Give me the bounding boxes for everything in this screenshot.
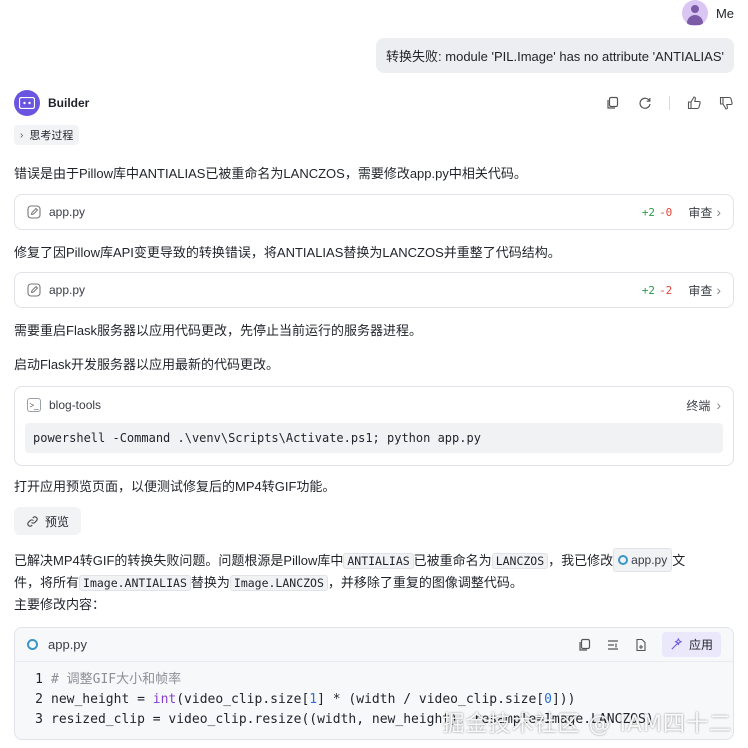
preview-button[interactable]: 预览: [14, 507, 82, 535]
chevron-right-icon: ›: [716, 204, 721, 220]
terminal-name: blog-tools: [49, 398, 102, 412]
file-name: app.py: [49, 283, 86, 297]
file-change-card-1[interactable]: app.py +2 -0 审查 ›: [14, 194, 734, 230]
summary-text: 已解决MP4转GIF的转换失败问题。问题根源是Pillow库中 ANTIALIAS…: [14, 548, 734, 616]
assistant-header: Builder: [14, 90, 734, 116]
assistant-text-5: 打开应用预览页面，以便测试修复后的MP4转GIF功能。: [14, 479, 336, 494]
insert-icon[interactable]: [606, 638, 620, 652]
apply-button[interactable]: 应用: [661, 632, 721, 657]
inline-code: ANTIALIAS: [343, 553, 414, 569]
open-terminal-link[interactable]: 终端 ›: [686, 397, 721, 414]
terminal-command: powershell -Command .\venv\Scripts\Activ…: [25, 423, 723, 453]
thumbs-up-icon[interactable]: [686, 95, 702, 111]
edit-file-icon: [27, 205, 41, 219]
chevron-right-icon: ›: [20, 129, 24, 141]
file-type-icon: [27, 639, 38, 650]
assistant-text-3: 需要重启Flask服务器以应用代码更改，先停止当前运行的服务器进程。: [14, 323, 423, 338]
terminal-card: >_ blog-tools 终端 › powershell -Command .\…: [14, 386, 734, 466]
user-header: Me: [681, 0, 734, 26]
code-file-name: app.py: [48, 637, 88, 652]
assistant-name: Builder: [48, 96, 90, 110]
copy-icon[interactable]: [605, 95, 621, 111]
inline-code: LANCZOS: [491, 553, 549, 569]
chevron-right-icon: ›: [716, 397, 721, 413]
thinking-toggle[interactable]: › 思考过程: [14, 125, 80, 145]
diff-stats: +2 -2: [641, 283, 673, 297]
inline-code: Image.ANTIALIAS: [79, 575, 191, 591]
builder-avatar: [14, 90, 40, 116]
user-avatar: [681, 0, 708, 26]
copy-icon[interactable]: [578, 638, 592, 652]
assistant-text-4: 启动Flask开发服务器以应用最新的代码更改。: [14, 357, 280, 372]
file-name: app.py: [49, 205, 86, 219]
user-message: 转换失败: module 'PIL.Image' has no attribut…: [376, 38, 734, 73]
regenerate-icon[interactable]: [637, 95, 653, 111]
magic-wand-icon: [671, 638, 683, 650]
thumbs-down-icon[interactable]: [718, 95, 734, 111]
diff-stats: +2 -0: [641, 205, 673, 219]
new-file-icon[interactable]: [634, 638, 648, 652]
code-line: 1 # 调整GIF大小和帧率: [35, 672, 182, 687]
file-reference-link[interactable]: app.py: [613, 548, 673, 572]
assistant-text-2: 修复了因Pillow库API变更导致的转换错误，将ANTIALIAS替换为LAN…: [14, 245, 561, 260]
thinking-label: 思考过程: [29, 130, 74, 142]
action-divider: [669, 96, 670, 110]
edit-file-icon: [27, 283, 41, 297]
review-button[interactable]: 审查 ›: [688, 204, 721, 221]
file-change-card-2[interactable]: app.py +2 -2 审查 ›: [14, 272, 734, 308]
chevron-right-icon: ›: [716, 282, 721, 298]
user-name: Me: [715, 5, 734, 21]
inline-code: Image.LANCZOS: [229, 575, 328, 591]
assistant-text-1: 错误是由于Pillow库中ANTIALIAS已被重命名为LANCZOS，需要修改…: [14, 166, 527, 181]
watermark: 掘金技术社区 @ IAM四十二: [442, 712, 732, 737]
review-button[interactable]: 审查 ›: [688, 282, 721, 299]
link-icon: [27, 515, 38, 527]
preview-label: 预览: [45, 514, 70, 529]
terminal-icon: >_: [27, 398, 41, 412]
file-type-icon: [618, 555, 629, 565]
